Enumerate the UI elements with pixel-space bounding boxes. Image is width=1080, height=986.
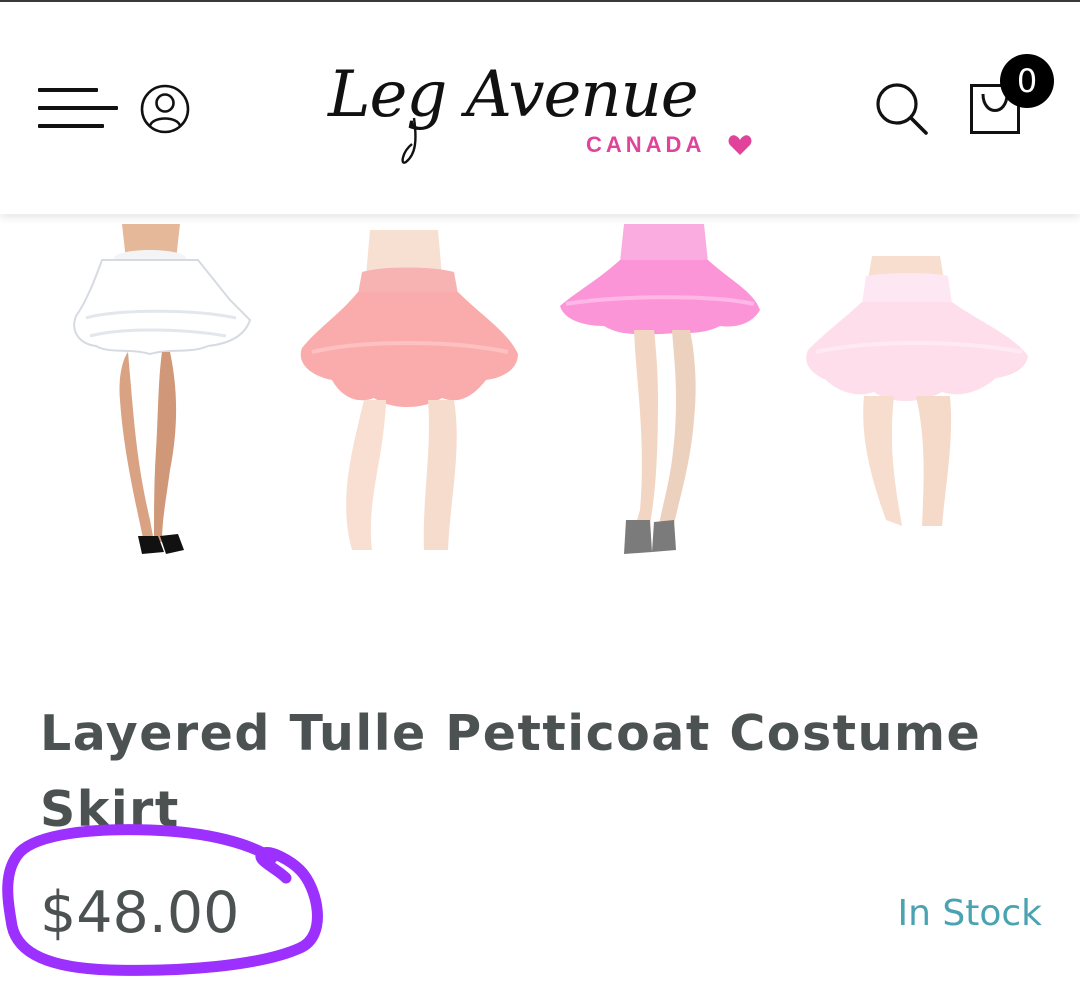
cart-count-badge: 0 bbox=[1000, 54, 1054, 108]
menu-button[interactable] bbox=[38, 86, 118, 132]
search-icon[interactable] bbox=[872, 80, 930, 138]
product-price: $48.00 bbox=[40, 880, 240, 946]
menu-icon-bar bbox=[38, 124, 104, 128]
product-thumbnail-hot-pink[interactable] bbox=[540, 220, 810, 580]
site-logo[interactable]: Leg Avenue CANADA bbox=[322, 48, 762, 172]
logo-text: Leg Avenue bbox=[327, 58, 698, 132]
logo-subtext: CANADA bbox=[586, 132, 706, 157]
stock-status: In Stock bbox=[897, 893, 1042, 934]
product-thumbnail-light-pink[interactable] bbox=[790, 220, 1060, 580]
site-header: Leg Avenue CANADA 0 bbox=[0, 2, 1080, 214]
product-title: Layered Tulle Petticoat Costume Skirt bbox=[40, 705, 982, 838]
account-icon[interactable] bbox=[140, 84, 190, 134]
product-thumbnail-white[interactable] bbox=[30, 220, 300, 580]
cart-button[interactable]: 0 bbox=[966, 54, 1058, 138]
product-thumbnail-red[interactable] bbox=[282, 220, 552, 580]
menu-icon-bar bbox=[38, 106, 118, 110]
menu-icon-bar bbox=[38, 88, 98, 92]
product-gallery bbox=[0, 220, 1080, 580]
heart-icon bbox=[728, 135, 752, 155]
